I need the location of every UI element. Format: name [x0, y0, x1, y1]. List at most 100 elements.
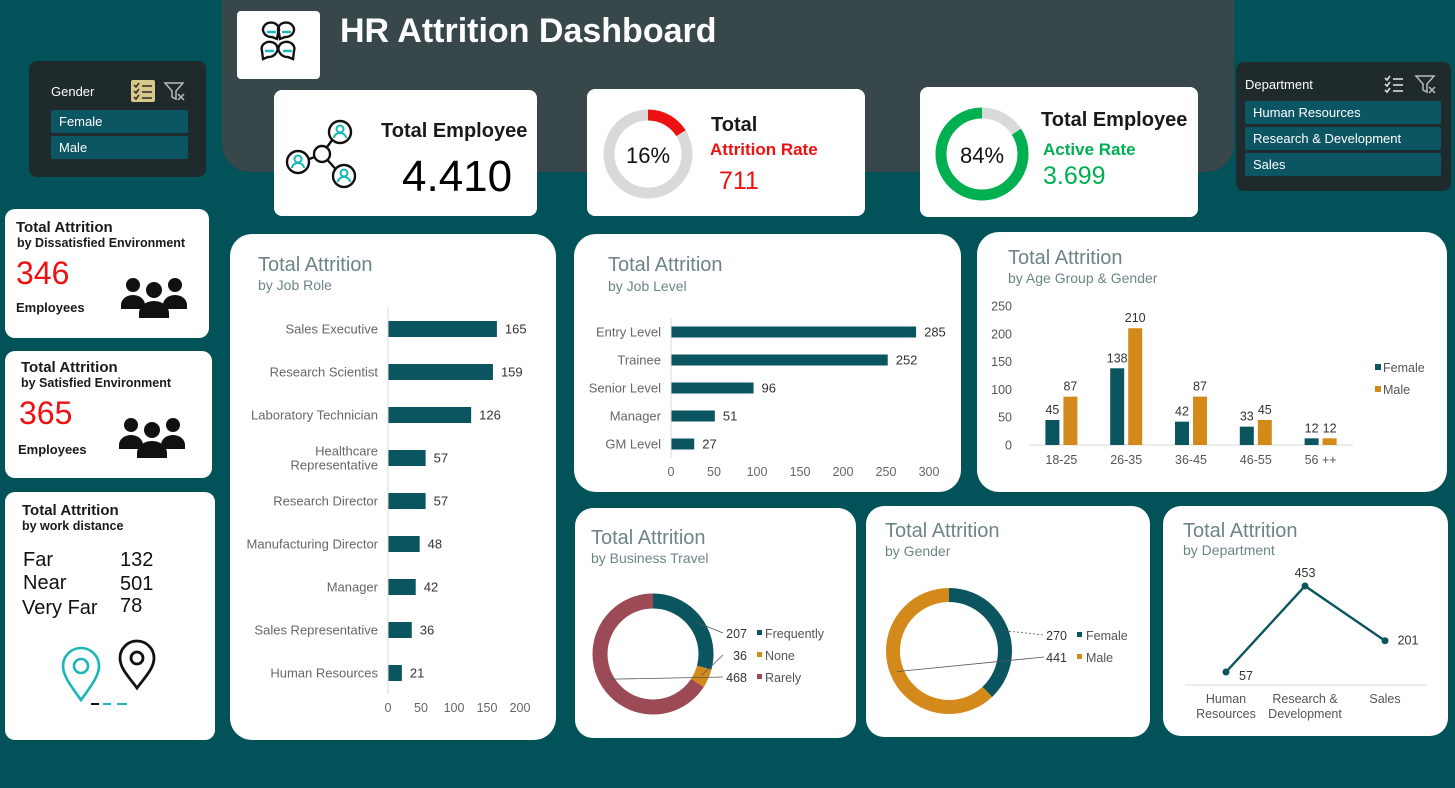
gender-chart: 270 Female 441 Male — [886, 588, 1128, 714]
card-business-travel: Total Attrition by Business Travel 207 Fr… — [575, 508, 856, 738]
job-level-chart: 285 Entry Level 252 Trainee 96 Senior Level 51… — [589, 318, 946, 479]
department-slicer: Department Human Resources Research & De… — [1236, 62, 1451, 191]
dissatisfied-value: 346 — [16, 255, 70, 291]
legend-swatch — [757, 652, 762, 657]
data-label: 45 — [1258, 403, 1272, 417]
distance-label-far: Far — [23, 549, 53, 571]
kpi-total-employee: Total Employee 4.410 — [274, 90, 537, 216]
tick-label: 100 — [444, 701, 465, 715]
card-job-level: Total Attrition by Job Level 285 Entry Le… — [574, 234, 961, 492]
data-label: 21 — [410, 666, 424, 681]
multi-select-icon[interactable] — [1382, 73, 1406, 95]
category-label: Human Resources — [270, 666, 378, 681]
category-label: Sales Representative — [254, 623, 378, 638]
data-label: 33 — [1240, 410, 1254, 424]
card-dissatisfied: Total Attrition by Dissatisfied Environm… — [5, 209, 209, 338]
data-label: 201 — [1398, 634, 1419, 648]
tick-label: 50 — [998, 411, 1012, 425]
bar — [1128, 328, 1143, 445]
category-label: Senior Level — [589, 381, 661, 396]
tick-label: 150 — [790, 465, 811, 479]
legend-swatch — [757, 674, 762, 679]
data-label: 210 — [1125, 311, 1146, 325]
bar — [671, 382, 754, 394]
data-label: 468 — [726, 671, 747, 685]
data-label: 36 — [733, 649, 747, 663]
bar — [388, 364, 493, 380]
gender-option-female[interactable]: Female — [51, 110, 188, 133]
gender-slicer-title: Gender — [51, 84, 95, 99]
bar — [388, 579, 416, 595]
data-label: 252 — [896, 353, 918, 368]
data-label: 270 — [1046, 629, 1067, 643]
bar — [1063, 396, 1078, 445]
distance-title: Total Attrition — [22, 502, 119, 519]
category-label: 36-45 — [1175, 453, 1207, 467]
job-role-chart: 165 Sales Executive 159 Research Scientist 1… — [247, 307, 530, 715]
bar — [1239, 426, 1254, 445]
data-label: 159 — [501, 365, 523, 380]
kpi-attrition: 16% Total Attrition Rate 711 — [587, 89, 865, 216]
department-slicer-title: Department — [1245, 77, 1313, 92]
tick-label: 50 — [414, 701, 428, 715]
tick-label: 200 — [833, 465, 854, 479]
data-label: 453 — [1295, 566, 1316, 580]
category-label: Trainee — [617, 353, 661, 368]
kpi-active-subtitle: Active Rate — [1043, 140, 1136, 159]
bar — [1193, 396, 1207, 445]
department-option-rnd[interactable]: Research & Development — [1245, 127, 1441, 150]
clear-filter-icon[interactable] — [163, 80, 187, 102]
bar — [1304, 438, 1319, 445]
card-job-role: Total Attrition by Job Role 165 Sales Exe… — [230, 234, 556, 740]
tick-label: 50 — [707, 465, 721, 479]
data-point — [1222, 668, 1230, 676]
bar — [671, 354, 888, 366]
department-option-sales[interactable]: Sales — [1245, 153, 1441, 176]
bar — [1175, 421, 1189, 445]
category-label: Manager — [327, 580, 379, 595]
card-gender: Total Attrition by Gender 270 Female 441 Ma… — [866, 506, 1150, 737]
category-label: Research & — [1272, 692, 1338, 706]
dissatisfied-title: Total Attrition — [16, 219, 113, 236]
department-option-hr[interactable]: Human Resources — [1245, 101, 1441, 124]
kpi-attrition-title: Total — [711, 114, 758, 136]
kpi-attrition-value: 711 — [719, 167, 759, 195]
satisfied-value: 365 — [19, 395, 73, 431]
data-label: 36 — [420, 623, 434, 638]
kpi-active-value: 3.699 — [1043, 162, 1106, 190]
bar — [671, 438, 695, 450]
data-label: 87 — [1193, 380, 1207, 394]
kpi-total-employee-title: Total Employee — [381, 120, 528, 142]
data-point — [1301, 582, 1309, 590]
data-label: 165 — [505, 322, 527, 337]
category-label: Manufacturing Director — [247, 537, 379, 552]
legend-swatch — [1375, 364, 1381, 370]
clear-filter-icon[interactable] — [1414, 73, 1438, 95]
category-label: Resources — [1196, 707, 1256, 721]
bar — [1110, 368, 1125, 445]
tick-label: 100 — [991, 383, 1012, 397]
tick-label: 300 — [919, 465, 940, 479]
legend-swatch — [1077, 654, 1082, 659]
category-label: Human — [1206, 692, 1246, 706]
bar — [671, 326, 917, 338]
category-label: Entry Level — [596, 325, 661, 340]
category-label: 46-55 — [1240, 453, 1272, 467]
bar — [388, 321, 497, 337]
legend-label: Frequently — [765, 627, 825, 641]
gender-option-male[interactable]: Male — [51, 136, 188, 159]
network-people-icon — [285, 119, 357, 189]
distance-value-far: 132 — [120, 549, 154, 571]
data-label: 126 — [479, 408, 501, 423]
people-group-icon — [119, 418, 185, 458]
bar — [1045, 419, 1060, 445]
tick-label: 150 — [991, 355, 1012, 369]
active-percent: 84% — [960, 143, 1004, 168]
multi-select-icon[interactable] — [131, 80, 155, 102]
legend-label: Rarely — [765, 671, 802, 685]
tick-label: 0 — [668, 465, 675, 479]
category-label: GM Level — [605, 437, 661, 452]
satisfied-title: Total Attrition — [21, 359, 118, 376]
bar — [1322, 438, 1337, 445]
category-label: Representative — [291, 458, 378, 473]
